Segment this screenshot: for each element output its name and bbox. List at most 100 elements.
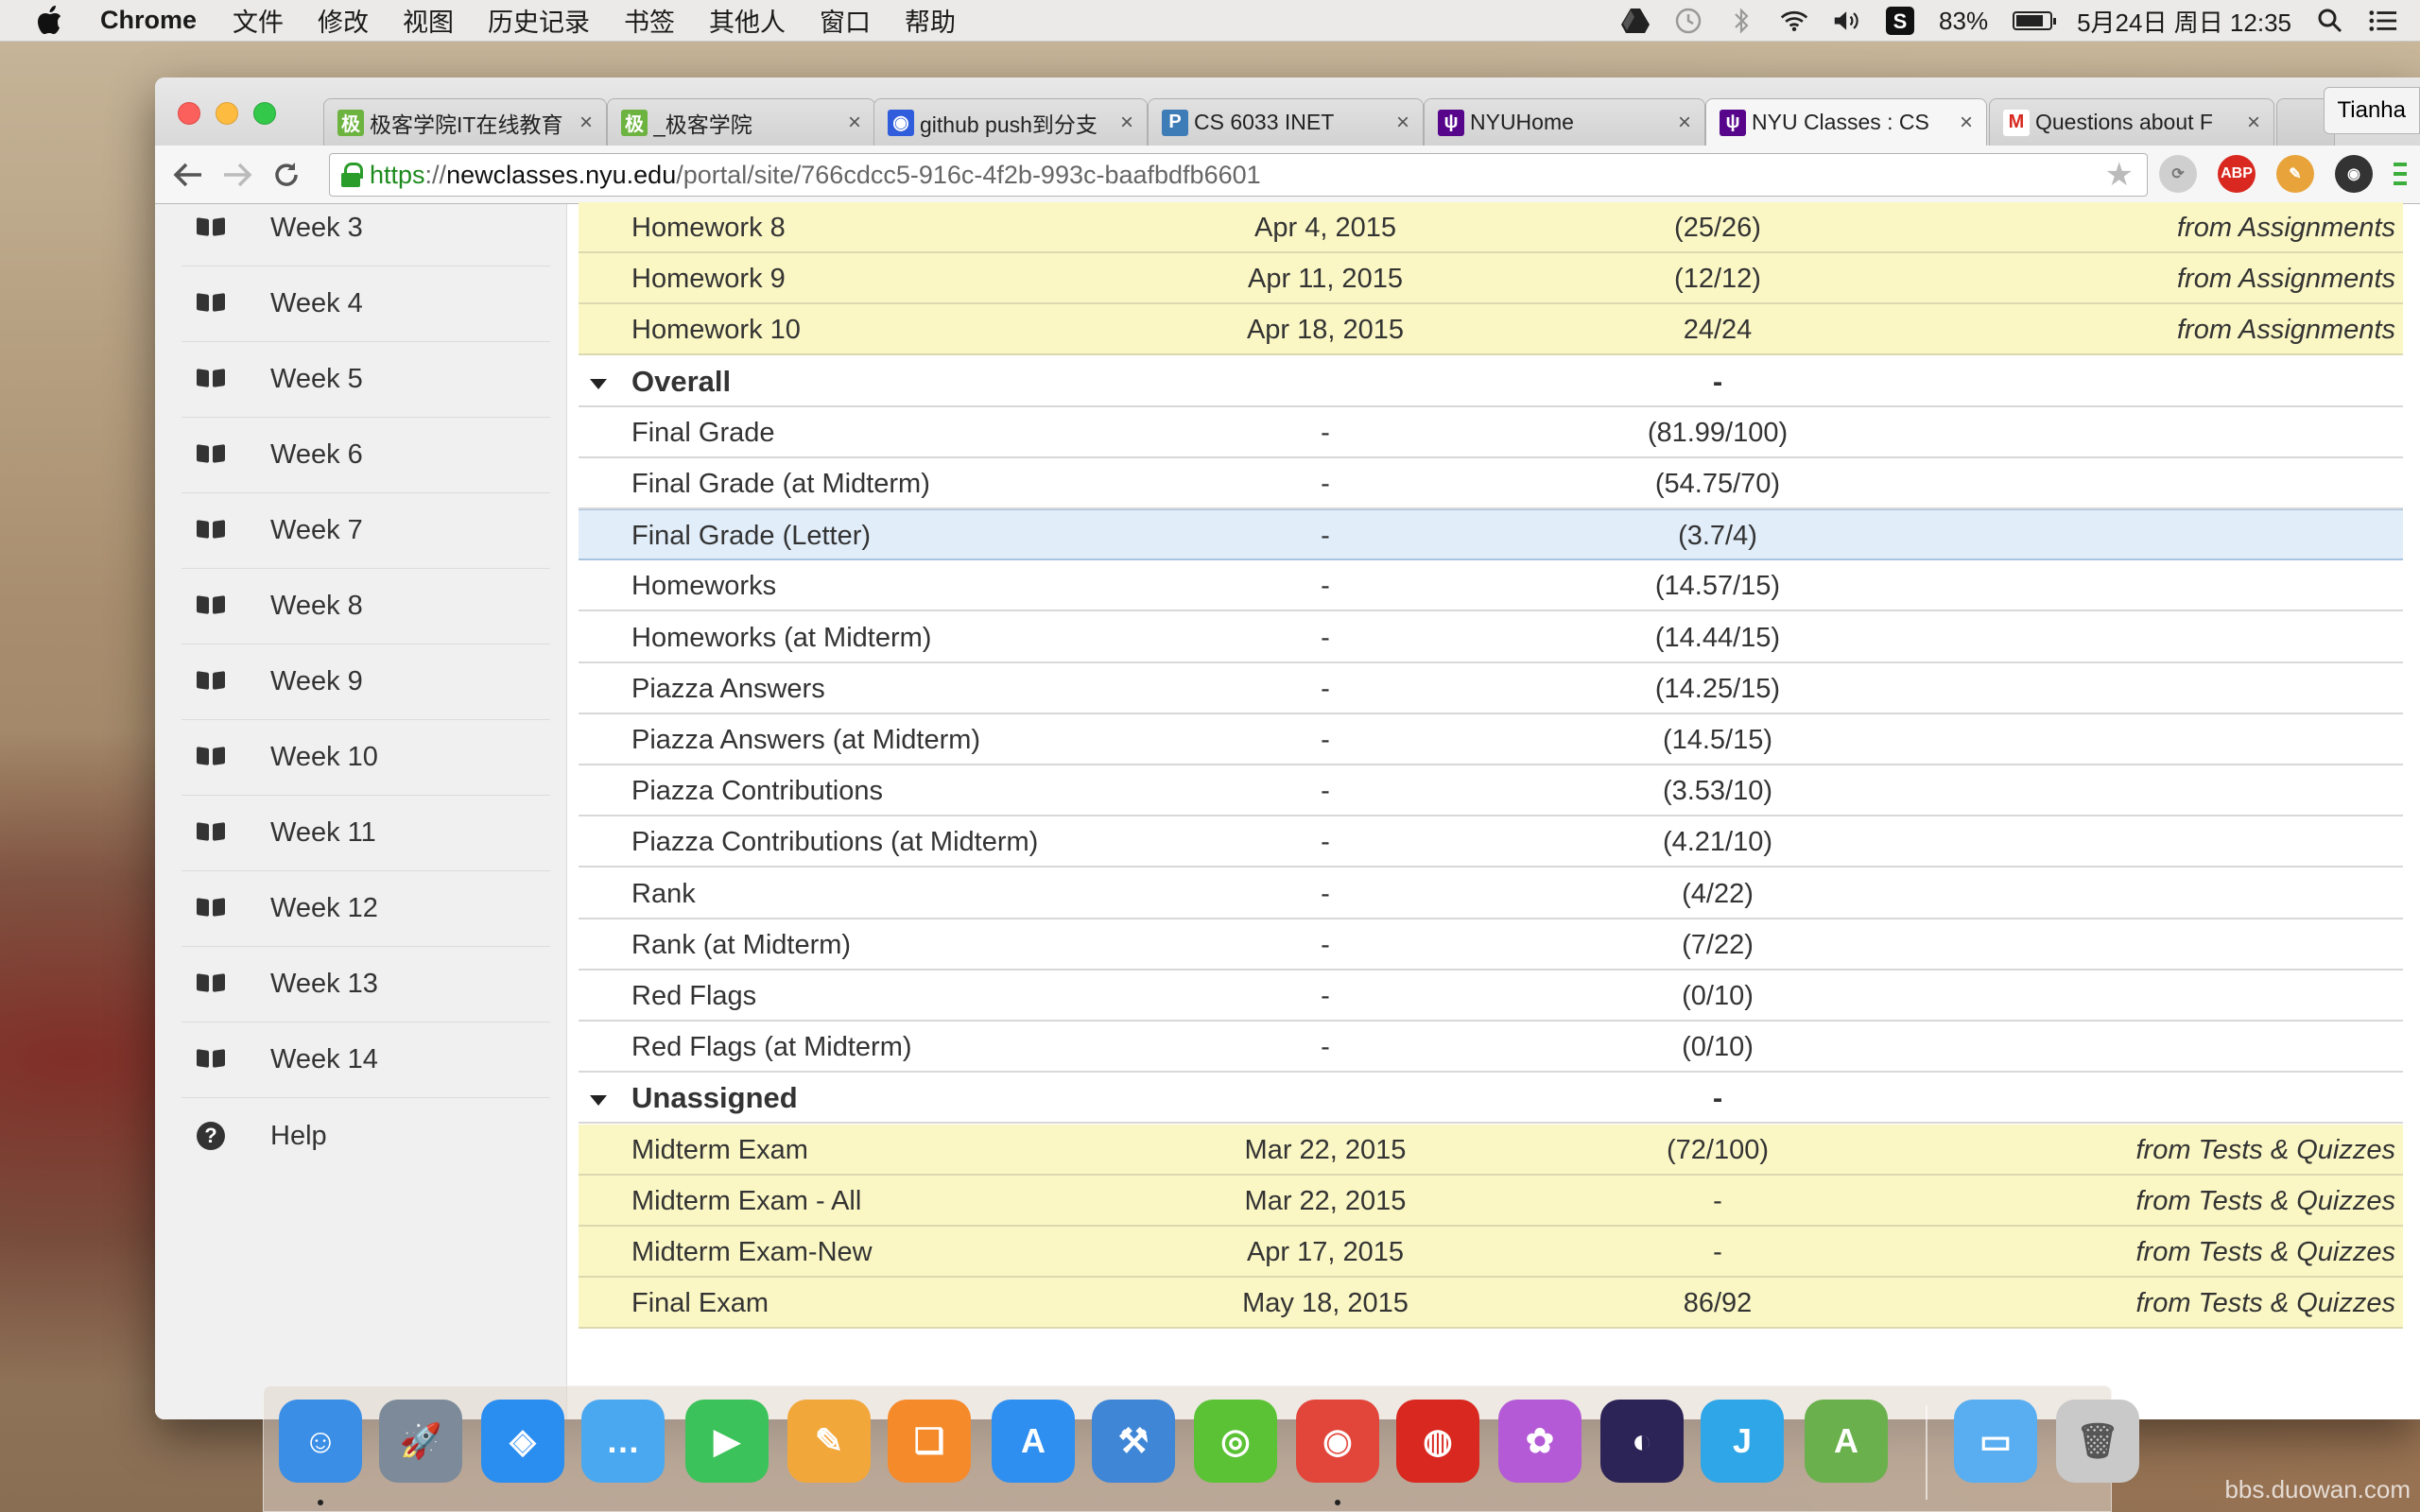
sidebar-item-week[interactable]: Week 11 <box>182 796 550 871</box>
zoom-window-button[interactable] <box>253 102 276 125</box>
category-row[interactable]: Unassigned - <box>579 1073 2403 1125</box>
trash-icon[interactable]: 🗑 <box>2056 1400 2139 1483</box>
sidebar-item-week[interactable]: Week 12 <box>182 871 550 947</box>
book-icon <box>197 596 225 617</box>
grade-item-name: Midterm Exam-New <box>631 1237 873 1267</box>
camera-lens-icon[interactable]: ◉ <box>2335 155 2373 193</box>
netease-music-icon[interactable]: ◍ <box>1396 1400 1479 1483</box>
grade-row: Piazza Answers - (14.25/15) <box>579 663 2403 714</box>
chrome-menu-icon[interactable] <box>2394 155 2407 193</box>
minimize-window-button[interactable] <box>216 102 238 125</box>
volume-icon[interactable] <box>1833 7 1861 35</box>
messages-icon[interactable]: … <box>581 1400 665 1483</box>
eclipse-icon[interactable]: ◐ <box>1600 1400 1684 1483</box>
sidebar-item-label: Week 3 <box>270 213 363 243</box>
bookmark-star-icon[interactable]: ★ <box>2105 156 2134 194</box>
flower-app-icon[interactable]: ✿ <box>1498 1400 1582 1483</box>
wifi-icon[interactable] <box>1780 7 1808 35</box>
collapse-caret-icon[interactable] <box>590 378 607 389</box>
battery-icon[interactable] <box>2013 11 2057 30</box>
browser-tab[interactable]: ψ NYU Classes : CS × <box>1705 98 1987 146</box>
app-menu-chrome[interactable]: Chrome <box>100 6 197 35</box>
tab-close-icon[interactable]: × <box>1120 110 1133 136</box>
time-machine-icon[interactable] <box>1674 7 1703 35</box>
collapse-caret-icon[interactable] <box>590 1095 607 1107</box>
sidebar-item-week[interactable]: Week 8 <box>182 569 550 644</box>
forward-button[interactable] <box>221 159 253 191</box>
sidebar-item-week[interactable]: Week 4 <box>182 266 550 342</box>
browser-tab[interactable]: P CS 6033 INET × <box>1148 98 1424 146</box>
grade-item-name: Final Grade <box>631 417 775 448</box>
reload-button[interactable] <box>270 159 302 191</box>
color-wheel-icon[interactable]: ✎ <box>2276 155 2314 193</box>
spotlight-search-icon[interactable] <box>2316 7 2344 35</box>
tab-close-icon[interactable]: × <box>2247 110 2260 136</box>
browser-tab[interactable]: ψ NYUHome × <box>1424 98 1705 146</box>
menu-edit[interactable]: 修改 <box>318 2 369 39</box>
tab-close-icon[interactable]: × <box>1960 110 1973 136</box>
apple-menu-icon[interactable] <box>36 5 74 36</box>
sidebar-item-week[interactable]: Week 6 <box>182 418 550 493</box>
sidebar-item-week[interactable]: Week 9 <box>182 644 550 720</box>
grade-item-due-date: - <box>1321 878 1330 909</box>
book-icon <box>197 294 225 315</box>
browser-tab[interactable]: 极 _极客学院 × <box>607 98 875 146</box>
ibooks-icon[interactable]: ❑ <box>888 1400 971 1483</box>
safari-icon[interactable]: ◈ <box>481 1400 564 1483</box>
grade-item-score: (3.7/4) <box>1678 521 1757 552</box>
pages-icon[interactable]: ✎ <box>787 1400 871 1483</box>
tab-close-icon[interactable]: × <box>579 110 593 136</box>
xcode-icon[interactable]: ⚒ <box>1092 1400 1175 1483</box>
app-store-icon[interactable]: A <box>992 1400 1075 1483</box>
sidebar-item-week[interactable]: Week 13 <box>182 947 550 1022</box>
sidebar-item-week[interactable]: Week 3 <box>182 191 550 266</box>
finder-icon[interactable]: ☺ <box>279 1400 362 1483</box>
address-bar[interactable]: https://newclasses.nyu.edu/portal/site/7… <box>329 153 2148 197</box>
grade-row: Piazza Contributions - (3.53/10) <box>579 765 2403 817</box>
tab-close-icon[interactable]: × <box>1678 110 1691 136</box>
notification-center-icon[interactable] <box>2369 7 2397 35</box>
menu-window[interactable]: 窗口 <box>820 2 871 39</box>
running-indicator <box>318 1500 323 1505</box>
menu-people[interactable]: 其他人 <box>709 2 786 39</box>
back-button[interactable] <box>172 159 204 191</box>
sync-icon[interactable]: ⟳ <box>2159 155 2197 193</box>
bluetooth-icon[interactable] <box>1727 7 1755 35</box>
menu-bookmarks[interactable]: 书签 <box>624 2 675 39</box>
browser-tab[interactable]: M Questions about F × <box>1989 98 2274 146</box>
browser-tab[interactable]: 极极客学院IT在线教育 × <box>323 98 607 146</box>
clock[interactable]: 5月24日 周日 12:35 <box>2077 4 2291 39</box>
android-studio-icon[interactable]: A <box>1805 1400 1888 1483</box>
category-row[interactable]: Overall - <box>579 355 2403 407</box>
browser-tab[interactable]: ◉ github push到分支 × <box>873 98 1148 146</box>
sidebar-item-week[interactable]: Week 14 <box>182 1022 550 1098</box>
menu-help[interactable]: 帮助 <box>905 2 956 39</box>
menu-view[interactable]: 视图 <box>403 2 454 39</box>
folder-icon[interactable]: ▭ <box>1954 1400 2037 1483</box>
svg-text:S: S <box>1893 9 1908 33</box>
google-drive-icon[interactable] <box>1621 7 1651 35</box>
sidebar-item-help[interactable]: ? Help <box>182 1098 550 1174</box>
close-window-button[interactable] <box>178 102 200 125</box>
secure-lock-icon[interactable] <box>341 163 363 187</box>
grade-item-due-date: Apr 17, 2015 <box>1246 1237 1405 1267</box>
adblock-plus-icon[interactable]: ABP <box>2218 155 2256 193</box>
menu-history[interactable]: 历史记录 <box>488 2 590 39</box>
tab-close-icon[interactable]: × <box>1396 110 1409 136</box>
sidebar-item-week[interactable]: Week 7 <box>182 493 550 569</box>
sidebar-item-week[interactable]: Week 10 <box>182 720 550 796</box>
sidebar-item-label: Week 14 <box>270 1044 378 1074</box>
menu-file[interactable]: 文件 <box>233 2 284 39</box>
chrome-icon[interactable]: ◉ <box>1296 1400 1379 1483</box>
tab-close-icon[interactable]: × <box>848 110 861 136</box>
grade-item-due-date: - <box>1321 571 1330 602</box>
intellij-icon[interactable]: J <box>1701 1400 1784 1483</box>
launchpad-icon[interactable]: 🚀 <box>379 1400 462 1483</box>
profile-button[interactable]: Tianha <box>2323 87 2420 134</box>
geek-favicon: 极 <box>621 109 648 136</box>
facetime-icon[interactable]: ▶ <box>685 1400 769 1483</box>
wechat-icon[interactable]: ◎ <box>1194 1400 1277 1483</box>
sogou-input-icon[interactable]: S <box>1886 7 1915 35</box>
sidebar-item-week[interactable]: Week 5 <box>182 342 550 418</box>
grade-row: Homeworks (at Midterm) - (14.44/15) <box>579 612 2403 663</box>
